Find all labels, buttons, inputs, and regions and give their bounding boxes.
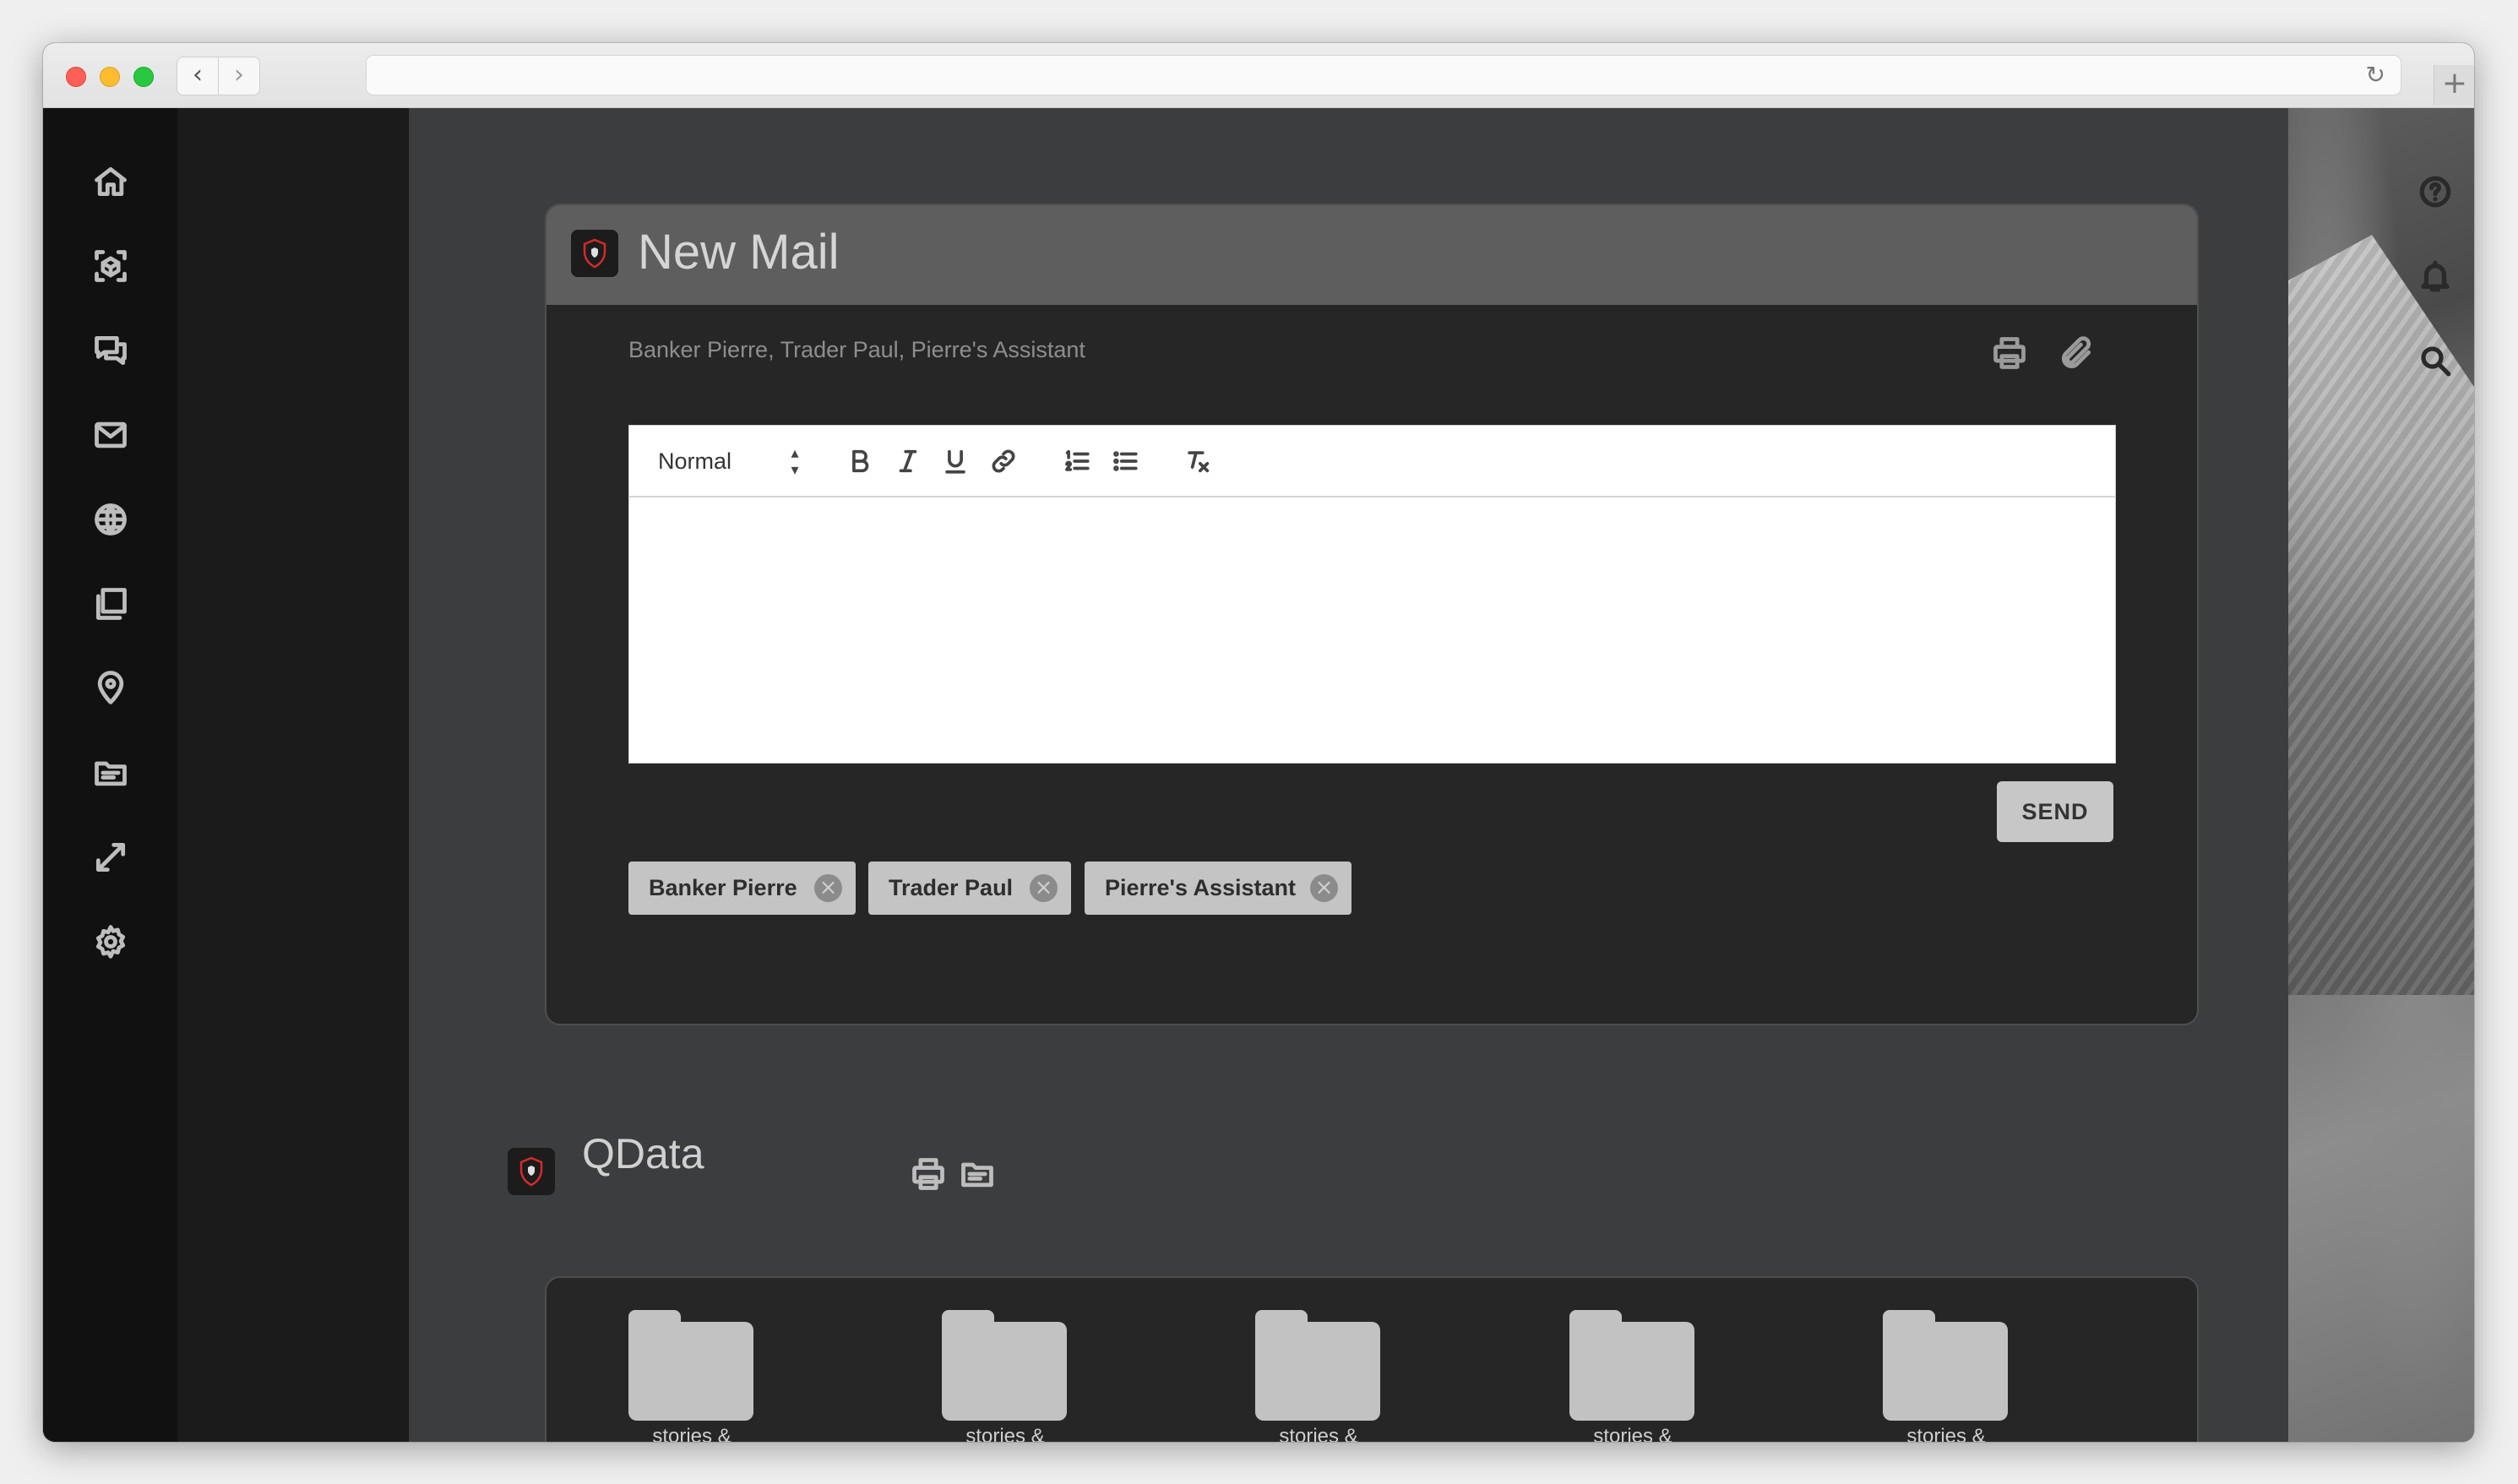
home-icon[interactable] — [91, 162, 130, 201]
help-icon[interactable] — [2417, 173, 2454, 210]
bold-button[interactable] — [843, 443, 877, 480]
folder-label: stories & jokes — [1279, 1425, 1358, 1442]
cube-icon[interactable] — [91, 247, 130, 285]
expand-icon[interactable] — [91, 838, 130, 877]
globe-icon[interactable] — [91, 500, 130, 539]
folder-icon — [942, 1310, 1067, 1421]
remove-chip-icon[interactable]: × — [1030, 874, 1058, 902]
browser-titlebar: ‹ › ↻ + — [43, 43, 2474, 108]
folder-label: stories & jokes — [965, 1425, 1045, 1442]
chevron-left-icon[interactable]: ‹ — [177, 57, 219, 95]
section-title: QData — [582, 1130, 704, 1177]
folder-label: stories & jokes — [1906, 1425, 1986, 1442]
print-icon[interactable] — [908, 1154, 949, 1194]
mail-header: New Mail — [547, 205, 2197, 305]
search-icon[interactable] — [2417, 342, 2454, 379]
select-arrows-icon: ▴ ▾ — [791, 444, 799, 478]
folder-item[interactable]: stories & jokes — [1569, 1310, 1696, 1442]
editor-body[interactable] — [629, 497, 2115, 761]
new-mail-card: New Mail Banker Pierre, Trader Paul, Pie… — [545, 204, 2199, 1025]
paperclip-icon[interactable] — [2056, 334, 2097, 374]
recipients-field[interactable]: Banker Pierre, Trader Paul, Pierre's Ass… — [628, 337, 1085, 363]
remove-chip-icon[interactable]: × — [814, 874, 842, 902]
shield-logo-icon — [571, 230, 618, 277]
folder-item[interactable]: stories & jokes — [628, 1310, 755, 1442]
qdata-folder-grid: stories & jokes stories & jokes stories … — [545, 1276, 2199, 1442]
folder-icon — [1883, 1310, 2008, 1421]
background-image-panel — [2288, 108, 2474, 1442]
format-select-value: Normal — [658, 448, 732, 474]
minimize-window-button[interactable] — [100, 67, 120, 87]
chip-label: Banker Pierre — [649, 875, 797, 900]
location-pin-icon[interactable] — [91, 669, 130, 708]
left-nav-rail — [43, 108, 177, 1442]
address-bar[interactable]: ↻ — [366, 55, 2401, 95]
clear-format-button[interactable] — [1181, 443, 1215, 480]
folder-label: stories & jokes — [652, 1425, 731, 1442]
zoom-window-button[interactable] — [133, 67, 154, 87]
chevron-right-icon[interactable]: › — [218, 57, 260, 95]
ordered-list-button[interactable] — [1060, 443, 1094, 480]
secondary-side-panel — [177, 108, 409, 1442]
copy-icon[interactable] — [91, 584, 130, 623]
chat-icon[interactable] — [91, 331, 130, 370]
print-icon[interactable] — [1989, 333, 2030, 373]
folder-icon — [628, 1310, 753, 1421]
folder-icon[interactable] — [957, 1154, 998, 1194]
folder-icon — [1569, 1310, 1694, 1421]
folder-icon — [1255, 1310, 1380, 1421]
shield-logo-icon — [508, 1148, 555, 1195]
recipient-chip: Pierre's Assistant × — [1085, 862, 1351, 915]
folder-icon[interactable] — [91, 753, 130, 792]
folder-item[interactable]: stories & jokes — [1255, 1310, 1382, 1442]
underline-button[interactable] — [938, 443, 972, 480]
mail-icon[interactable] — [91, 416, 130, 454]
gear-icon[interactable] — [91, 922, 130, 961]
bullet-list-button[interactable] — [1108, 443, 1142, 480]
chip-label: Pierre's Assistant — [1105, 875, 1297, 900]
folder-label: stories & jokes — [1593, 1425, 1672, 1442]
reload-icon[interactable]: ↻ — [2366, 61, 2385, 89]
editor-toolbar: Normal ▴ ▾ — [629, 426, 2115, 497]
browser-window: ‹ › ↻ + New Mail Banker Pierre, Trader P… — [43, 43, 2474, 1442]
plus-icon[interactable]: + — [2434, 65, 2474, 106]
send-button[interactable]: SEND — [1997, 781, 2113, 842]
page-title: New Mail — [638, 225, 840, 280]
recipient-chip: Trader Paul × — [868, 862, 1071, 915]
format-select[interactable]: Normal ▴ ▾ — [658, 444, 803, 478]
rich-text-editor: Normal ▴ ▾ — [628, 425, 2116, 764]
bell-icon[interactable] — [2417, 258, 2454, 295]
chip-label: Trader Paul — [889, 875, 1014, 900]
folder-item[interactable]: stories & jokes — [942, 1310, 1069, 1442]
folder-item[interactable]: stories & jokes — [1883, 1310, 2010, 1442]
remove-chip-icon[interactable]: × — [1310, 874, 1338, 902]
link-button[interactable] — [987, 443, 1020, 480]
close-window-button[interactable] — [66, 67, 86, 87]
recipient-chip: Banker Pierre × — [628, 862, 856, 915]
italic-button[interactable] — [891, 443, 925, 480]
